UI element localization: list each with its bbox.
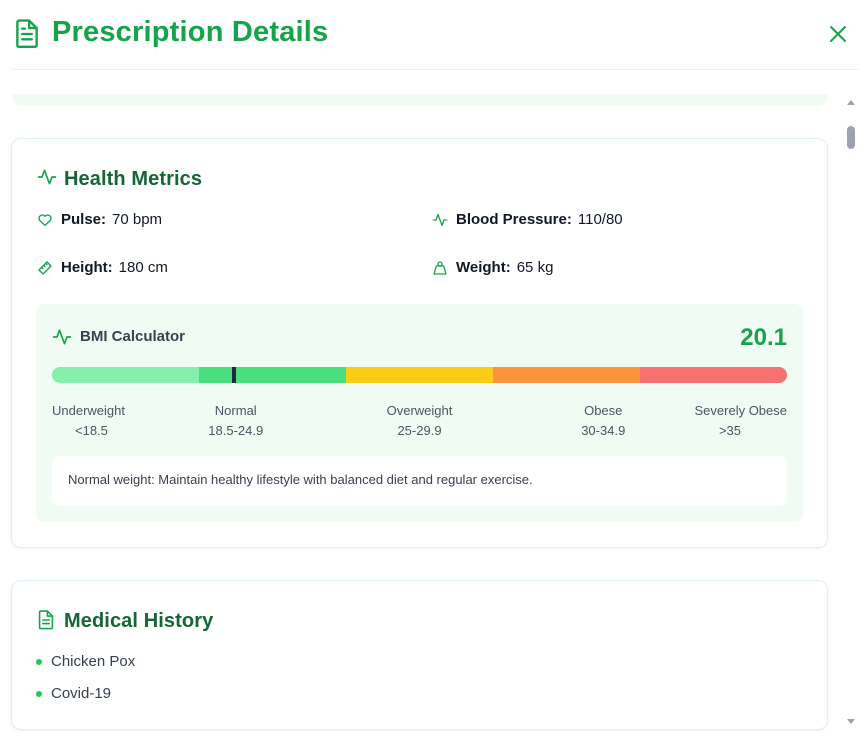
scrollbar-thumb[interactable] bbox=[847, 126, 855, 149]
weight-metric: Weight: 65 kg bbox=[432, 259, 553, 276]
modal-header: Prescription Details bbox=[0, 0, 867, 70]
bmi-advice: Normal weight: Maintain healthy lifestyl… bbox=[52, 456, 787, 506]
bmi-segment bbox=[346, 367, 493, 383]
bmi-segment bbox=[52, 367, 199, 383]
blood-pressure-value: 110/80 bbox=[577, 211, 623, 228]
bullet bbox=[36, 690, 42, 697]
bmi-segment bbox=[199, 367, 346, 383]
weight-icon bbox=[433, 260, 447, 275]
bmi-title: BMI Calculator bbox=[80, 328, 186, 345]
medical-history-card: Medical History Chicken Pox Covid-19 bbox=[11, 580, 828, 730]
modal-body[interactable]: Health Metrics Pulse: 70 bpm Blood Press… bbox=[0, 70, 867, 741]
document-icon bbox=[16, 19, 38, 49]
bmi-range-name: Normal bbox=[214, 403, 257, 418]
bmi-range-label: Underweight <18.5 bbox=[52, 401, 125, 441]
weight-label: Weight: bbox=[456, 259, 511, 276]
bmi-calculator: BMI Calculator 20.1 Underweight <18.5 Norm… bbox=[36, 304, 803, 522]
heart-icon bbox=[38, 213, 52, 226]
history-item-label: Chicken Pox bbox=[51, 653, 136, 670]
bmi-range-label: Normal 18.5-24.9 bbox=[171, 401, 301, 441]
bmi-scale-bar bbox=[52, 367, 787, 383]
previous-card-bottom bbox=[12, 94, 828, 106]
bmi-range-name: Severely Obese bbox=[694, 403, 788, 418]
scroll-up-arrow-icon[interactable] bbox=[846, 98, 856, 108]
activity-icon bbox=[432, 213, 448, 226]
bmi-range-value: 18.5-24.9 bbox=[208, 423, 264, 438]
health-metrics-card: Health Metrics Pulse: 70 bpm Blood Press… bbox=[11, 138, 828, 548]
bmi-value: 20.1 bbox=[740, 324, 787, 351]
bmi-segment bbox=[640, 367, 787, 383]
height-label: Height: bbox=[61, 259, 113, 276]
pulse-label: Pulse: bbox=[61, 211, 107, 228]
bmi-range-value: 30-34.9 bbox=[581, 423, 626, 438]
activity-icon bbox=[52, 329, 72, 345]
bmi-range-value: <18.5 bbox=[75, 423, 108, 438]
activity-icon bbox=[37, 169, 57, 185]
bmi-range-name: Underweight bbox=[52, 403, 125, 418]
bmi-range-label: Severely Obese >35 bbox=[695, 401, 788, 441]
health-metrics-title: Health Metrics bbox=[64, 168, 203, 190]
height-value: 180 cm bbox=[118, 259, 168, 276]
bmi-range-value: >35 bbox=[718, 423, 741, 438]
bmi-range-value: 25-29.9 bbox=[397, 423, 442, 438]
list-item: Chicken Pox bbox=[36, 653, 135, 670]
pulse-value: 70 bpm bbox=[112, 211, 163, 228]
history-item-label: Covid-19 bbox=[51, 685, 112, 702]
bmi-range-name: Overweight bbox=[386, 403, 453, 418]
pulse-metric: Pulse: 70 bpm bbox=[37, 211, 162, 228]
bmi-range-label: Obese 30-34.9 bbox=[538, 401, 668, 441]
weight-value: 65 kg bbox=[516, 259, 554, 276]
medical-history-title: Medical History bbox=[64, 610, 214, 632]
ruler-icon bbox=[38, 260, 52, 275]
bullet bbox=[36, 658, 42, 665]
blood-pressure-metric: Blood Pressure: 110/80 bbox=[432, 211, 623, 228]
scrollbar[interactable] bbox=[842, 94, 860, 734]
bmi-range-label: Overweight 25-29.9 bbox=[355, 401, 485, 441]
document-icon bbox=[38, 610, 54, 630]
bmi-range-name: Obese bbox=[584, 403, 623, 418]
scroll-down-arrow-icon[interactable] bbox=[846, 716, 856, 726]
page-title: Prescription Details bbox=[52, 16, 329, 48]
bmi-segment bbox=[493, 367, 640, 383]
bmi-marker bbox=[232, 367, 237, 383]
list-item: Covid-19 bbox=[36, 685, 111, 702]
height-metric: Height: 180 cm bbox=[37, 259, 168, 276]
blood-pressure-label: Blood Pressure: bbox=[456, 211, 572, 228]
close-icon[interactable] bbox=[826, 22, 850, 46]
